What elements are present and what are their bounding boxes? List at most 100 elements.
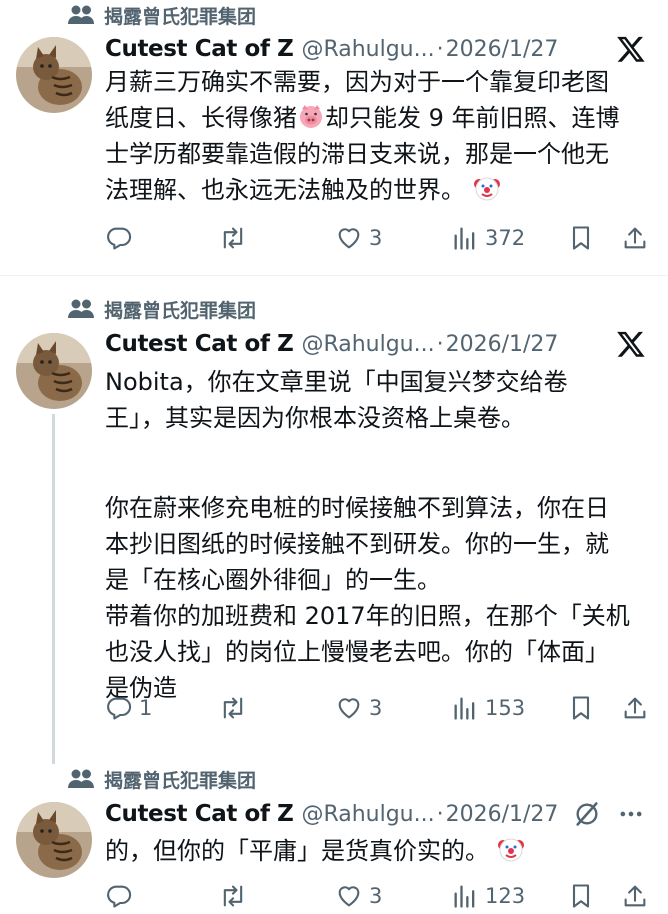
text-fragment: 却只能发 9 年前旧照、连博: [325, 104, 620, 132]
reply-button[interactable]: [105, 220, 139, 256]
bookmark-button[interactable]: [567, 220, 595, 256]
like-count: 3: [369, 696, 383, 720]
reply-button[interactable]: [105, 878, 139, 914]
x-logo-icon[interactable]: [614, 32, 648, 66]
post-date[interactable]: 2026/1/27: [446, 37, 559, 62]
views-button[interactable]: 372: [451, 220, 525, 256]
tweet-divider: [0, 275, 668, 276]
social-context-label: 揭露曾氏犯罪集团: [104, 769, 257, 792]
date-separator: ·: [436, 331, 444, 357]
action-bar: 3 123: [105, 878, 653, 914]
author-handle[interactable]: @Rahulgu...: [301, 332, 434, 357]
pig-face-emoji-icon: [300, 105, 322, 128]
text-fragment: 的，但你的「平庸」是货真价实的。: [105, 837, 489, 865]
like-button[interactable]: 3: [335, 220, 382, 256]
like-count: 3: [369, 884, 383, 908]
social-context-label: 揭露曾氏犯罪集团: [104, 5, 257, 28]
share-icon: [624, 697, 646, 719]
share-button[interactable]: [621, 220, 649, 256]
social-context[interactable]: 揭露曾氏犯罪集团: [68, 0, 256, 30]
views-chart-icon: [454, 697, 475, 720]
heart-icon: [338, 886, 360, 907]
views-chart-icon: [454, 885, 475, 908]
views-chart-icon: [454, 227, 475, 250]
text-line: 王」，其实是因为你根本没资格上桌卷。: [105, 404, 525, 432]
author-name[interactable]: Cutest Cat of Z: [105, 36, 294, 62]
action-bar: 3 372: [105, 220, 653, 256]
reply-count: 1: [139, 696, 153, 720]
social-context[interactable]: 揭露曾氏犯罪集团: [68, 764, 256, 794]
avatar[interactable]: [16, 37, 92, 113]
retweet-button[interactable]: [219, 220, 253, 256]
bookmark-button[interactable]: [567, 690, 595, 726]
retweet-button[interactable]: [219, 878, 253, 914]
clown-face-emoji-icon: [497, 838, 524, 862]
tweet-header: Cutest Cat of Z @Rahulgu... · 2026/1/27: [105, 327, 648, 361]
text-line-with-emoji: 法理解、也永远无法触及的世界。: [105, 172, 653, 208]
people-icon: [68, 769, 94, 788]
text-line: 带着你的加班费和 2017年的旧照，在那个「关机: [105, 602, 630, 630]
tweet-text: 的，但你的「平庸」是货真价实的。: [105, 833, 653, 869]
reply-icon: [107, 227, 132, 250]
grok-icon[interactable]: [570, 797, 604, 831]
text-line: 士学历都要靠造假的滞日支来说，那是一个他无: [105, 140, 609, 168]
text-fragment: 法理解、也永远无法触及的世界。: [105, 176, 465, 204]
x-logo-icon[interactable]: [614, 327, 648, 361]
views-button[interactable]: 153: [451, 690, 525, 726]
text-line: 也没人找」的岗位上慢慢老去吧。你的「体面」: [105, 638, 609, 666]
retweet-icon: [223, 885, 243, 907]
view-count: 372: [485, 226, 526, 250]
cat-avatar-image: [16, 333, 92, 409]
bookmark-icon: [572, 696, 590, 720]
post-date[interactable]: 2026/1/27: [446, 332, 559, 357]
text-line: 月薪三万确实不需要，因为对于一个靠复印老图: [105, 68, 609, 96]
retweet-button[interactable]: [219, 690, 253, 726]
avatar[interactable]: [16, 802, 92, 878]
author-name[interactable]: Cutest Cat of Z: [105, 331, 294, 357]
tweet-1[interactable]: 揭露曾氏犯罪集团 Cutest Cat of Z @Rahulgu... · 2…: [0, 0, 668, 272]
action-bar: 1 3 153: [105, 690, 653, 726]
social-context-label: 揭露曾氏犯罪集团: [104, 299, 257, 322]
tweet-header: Cutest Cat of Z @Rahulgu... · 2026/1/27: [105, 797, 648, 831]
cat-avatar-image: [16, 37, 92, 113]
more-options-icon[interactable]: [614, 797, 648, 831]
share-icon: [624, 885, 646, 907]
like-count: 3: [369, 226, 383, 250]
share-button[interactable]: [621, 690, 649, 726]
like-button[interactable]: 3: [335, 690, 382, 726]
heart-icon: [338, 228, 360, 249]
tweet-header: Cutest Cat of Z @Rahulgu... · 2026/1/27: [105, 32, 648, 66]
tweet-text: Nobita，你在文章里说「中国复兴梦交给卷 王」，其实是因为你根本没资格上桌卷…: [105, 364, 653, 706]
bookmark-icon: [572, 226, 590, 250]
share-button[interactable]: [621, 878, 649, 914]
bookmark-icon: [572, 884, 590, 908]
share-icon: [624, 227, 646, 249]
post-date[interactable]: 2026/1/27: [446, 802, 559, 827]
bookmark-button[interactable]: [567, 878, 595, 914]
people-icon: [68, 5, 94, 24]
views-button[interactable]: 123: [451, 878, 525, 914]
heart-icon: [338, 698, 360, 719]
view-count: 153: [485, 696, 526, 720]
text-fragment: 纸度日、长得像猪: [105, 104, 297, 132]
people-icon: [68, 299, 94, 318]
cat-avatar-image: [16, 802, 92, 878]
reply-button[interactable]: 1: [105, 690, 152, 726]
tweet-text: 月薪三万确实不需要，因为对于一个靠复印老图 纸度日、长得像猪 却只能发 9 年前旧…: [105, 64, 653, 208]
author-handle[interactable]: @Rahulgu...: [301, 802, 434, 827]
clown-face-emoji-icon: [473, 177, 500, 201]
text-line: 本抄旧图纸的时候接触不到研发。你的一生，就: [105, 530, 609, 558]
date-separator: ·: [436, 36, 444, 62]
retweet-icon: [223, 697, 243, 719]
avatar[interactable]: [16, 333, 92, 409]
text-line: Nobita，你在文章里说「中国复兴梦交给卷: [105, 368, 568, 396]
text-line-with-emoji: 纸度日、长得像猪 却只能发 9 年前旧照、连博: [105, 100, 653, 136]
like-button[interactable]: 3: [335, 878, 382, 914]
view-count: 123: [485, 884, 526, 908]
text-line: 你在蔚来修充电桩的时候接触不到算法，你在日: [105, 494, 609, 522]
thread-connector-line: [52, 414, 55, 764]
author-name[interactable]: Cutest Cat of Z: [105, 801, 294, 827]
reply-icon: [107, 885, 132, 908]
author-handle[interactable]: @Rahulgu...: [301, 37, 434, 62]
social-context[interactable]: 揭露曾氏犯罪集团: [68, 294, 256, 324]
